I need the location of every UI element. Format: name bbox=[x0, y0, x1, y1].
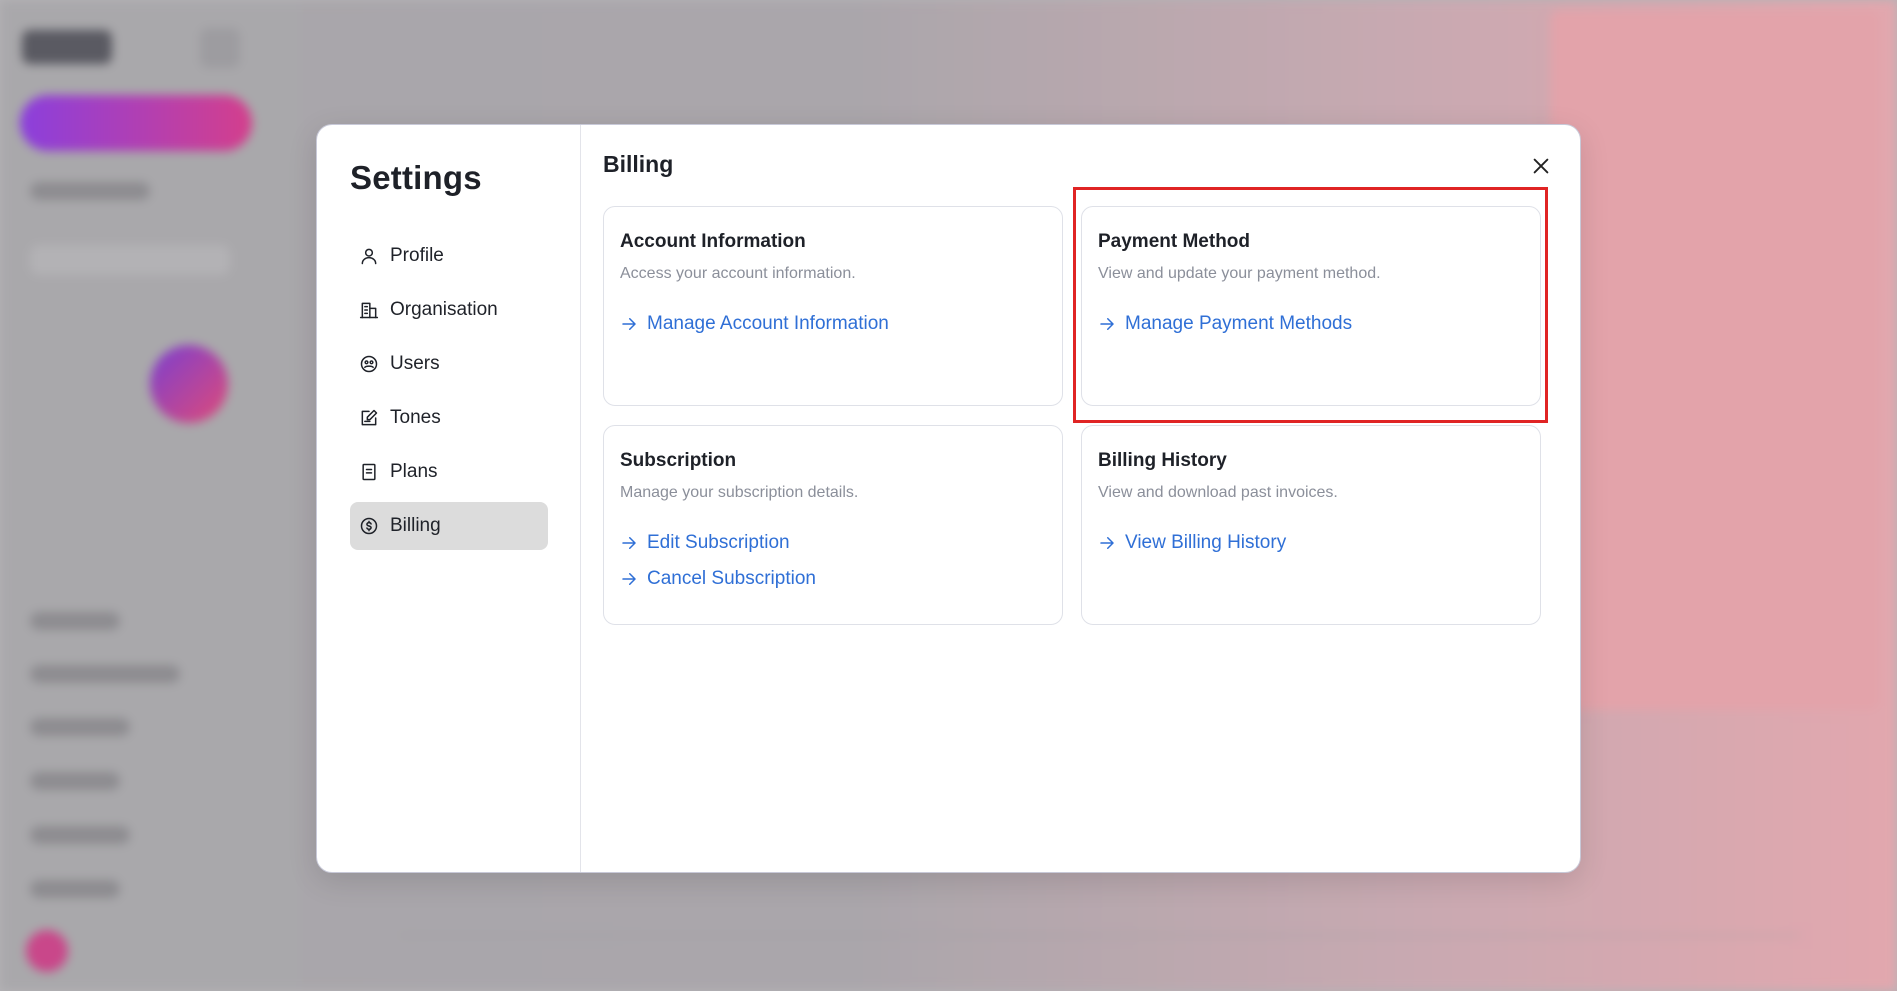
nav-item-organisation[interactable]: Organisation bbox=[350, 286, 548, 334]
background-pill bbox=[30, 718, 130, 736]
account-information-card: Account Information Access your account … bbox=[603, 206, 1063, 406]
subscription-card: Subscription Manage your subscription de… bbox=[603, 425, 1063, 625]
close-icon bbox=[1533, 158, 1549, 174]
nav-item-label: Billing bbox=[390, 515, 441, 536]
background-pill bbox=[30, 612, 120, 630]
nav-item-profile[interactable]: Profile bbox=[350, 232, 548, 280]
arrow-right-icon bbox=[622, 318, 636, 330]
background-pill bbox=[30, 826, 130, 844]
nav-item-label: Organisation bbox=[390, 299, 498, 320]
user-icon bbox=[358, 245, 380, 267]
edit-note-icon bbox=[358, 407, 380, 429]
billing-icon bbox=[358, 515, 380, 537]
manage-account-information-link[interactable]: Manage Account Information bbox=[620, 313, 1046, 335]
background-pill bbox=[30, 772, 120, 790]
billing-panel: Billing Account Information Access your … bbox=[581, 125, 1580, 872]
background-user-avatar bbox=[26, 930, 68, 972]
billing-history-card: Billing History View and download past i… bbox=[1081, 425, 1541, 625]
background-avatar bbox=[150, 345, 228, 423]
nav-item-label: Profile bbox=[390, 245, 444, 266]
nav-item-plans[interactable]: Plans bbox=[350, 448, 548, 496]
background-cta bbox=[20, 95, 252, 151]
background-pill bbox=[30, 182, 150, 200]
nav-item-billing[interactable]: Billing bbox=[350, 502, 548, 550]
background-logo bbox=[22, 30, 112, 64]
card-description: View and update your payment method. bbox=[1098, 265, 1381, 282]
close-button[interactable] bbox=[1524, 149, 1558, 183]
background-panel bbox=[1550, 10, 1880, 710]
background-divider bbox=[400, 935, 1800, 936]
card-description: Manage your subscription details. bbox=[620, 484, 859, 501]
card-title: Account Information bbox=[620, 231, 806, 252]
card-description: View and download past invoices. bbox=[1098, 484, 1338, 501]
document-icon bbox=[358, 461, 380, 483]
settings-modal: Settings Profile Organisation Users Tone… bbox=[316, 124, 1581, 873]
background-sidebar bbox=[0, 0, 300, 991]
building-icon bbox=[358, 299, 380, 321]
arrow-right-icon bbox=[622, 537, 636, 549]
settings-title: Settings bbox=[350, 159, 482, 196]
manage-payment-methods-link[interactable]: Manage Payment Methods bbox=[1098, 313, 1524, 335]
nav-item-label: Tones bbox=[390, 407, 441, 428]
link-label: View Billing History bbox=[1125, 532, 1287, 553]
view-billing-history-link[interactable]: View Billing History bbox=[1098, 532, 1524, 554]
background-pill bbox=[30, 665, 180, 683]
nav-item-tones[interactable]: Tones bbox=[350, 394, 548, 442]
link-label: Manage Account Information bbox=[647, 313, 889, 334]
billing-title: Billing bbox=[603, 151, 674, 177]
link-label: Cancel Subscription bbox=[647, 568, 816, 589]
nav-item-label: Users bbox=[390, 353, 440, 374]
card-description: Access your account information. bbox=[620, 265, 856, 282]
payment-method-card: Payment Method View and update your paym… bbox=[1081, 206, 1541, 406]
card-title: Billing History bbox=[1098, 450, 1227, 471]
cancel-subscription-link[interactable]: Cancel Subscription bbox=[620, 568, 1046, 590]
users-icon bbox=[358, 353, 380, 375]
nav-item-users[interactable]: Users bbox=[350, 340, 548, 388]
settings-sidebar: Settings Profile Organisation Users Tone… bbox=[317, 125, 581, 872]
background-toggle bbox=[200, 28, 240, 68]
card-title: Subscription bbox=[620, 450, 737, 471]
card-title: Payment Method bbox=[1098, 231, 1251, 252]
background-pill bbox=[30, 245, 230, 275]
arrow-right-icon bbox=[1100, 537, 1114, 549]
arrow-right-icon bbox=[622, 573, 636, 585]
nav-item-label: Plans bbox=[390, 461, 438, 482]
link-label: Manage Payment Methods bbox=[1125, 313, 1353, 334]
background-pill bbox=[30, 880, 120, 898]
link-label: Edit Subscription bbox=[647, 532, 790, 553]
arrow-right-icon bbox=[1100, 318, 1114, 330]
edit-subscription-link[interactable]: Edit Subscription bbox=[620, 532, 1046, 554]
settings-nav: Profile Organisation Users Tones Plans B… bbox=[350, 232, 548, 556]
